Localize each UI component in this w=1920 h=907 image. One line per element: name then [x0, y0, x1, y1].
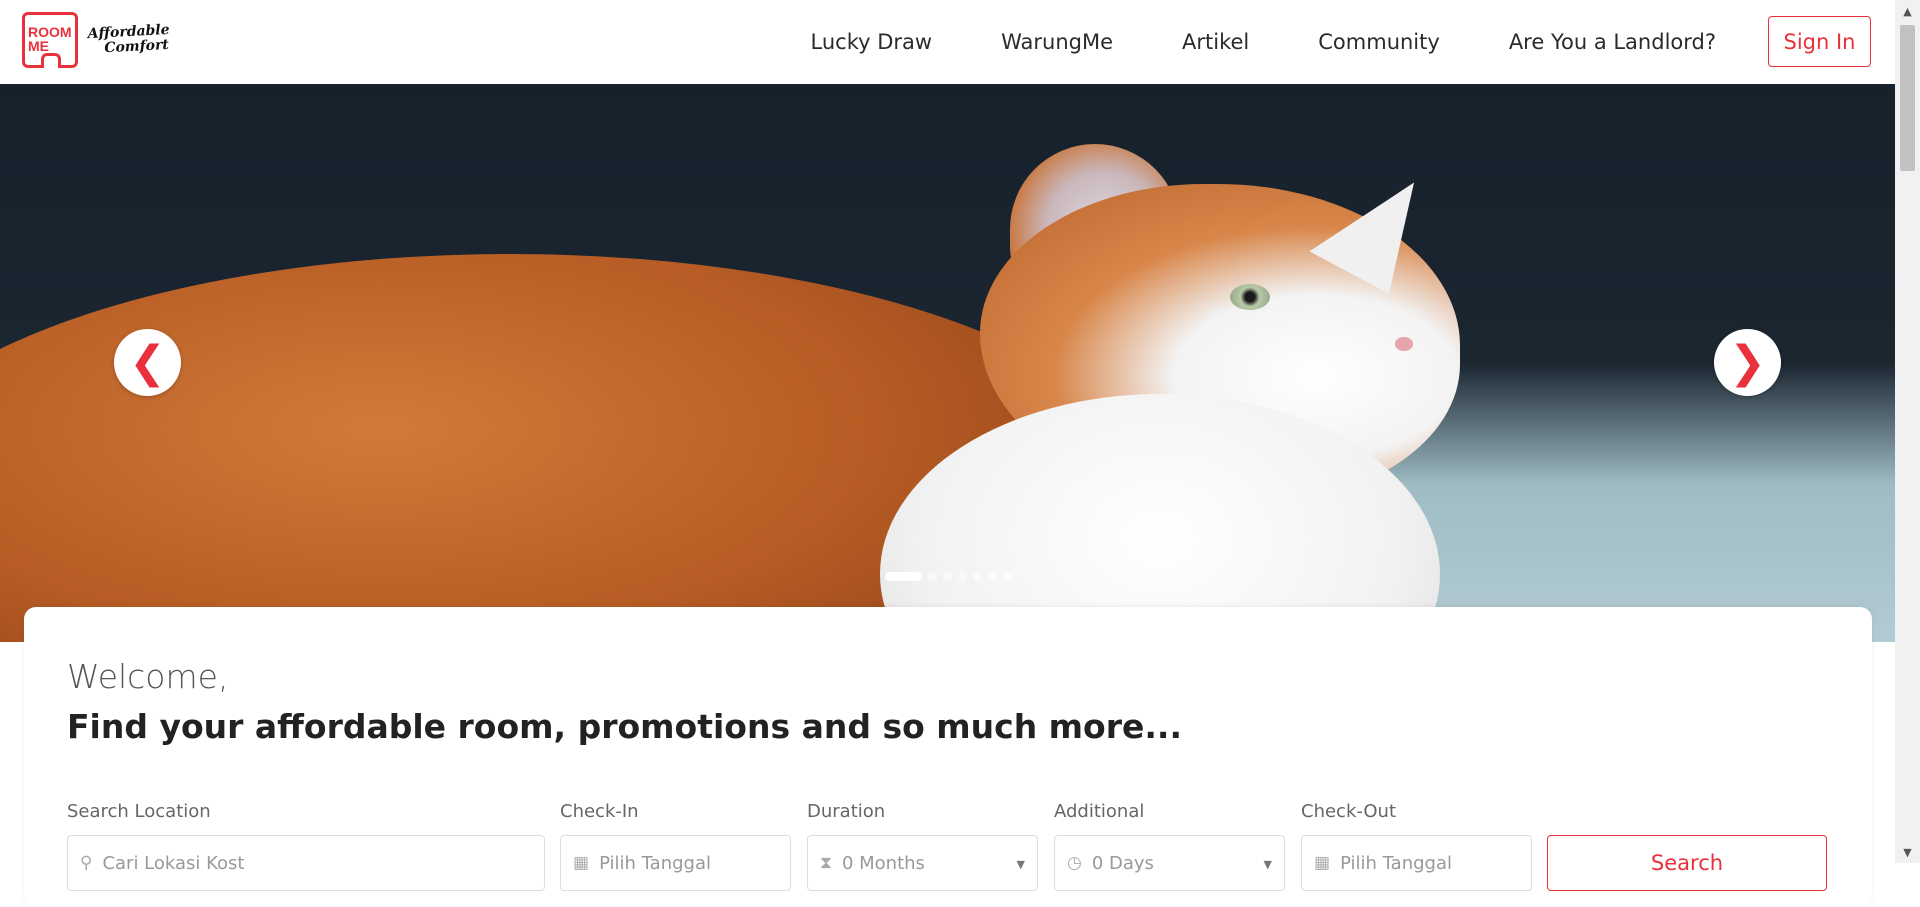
duration-select[interactable]: ⧗ 0 Months ▼ — [807, 835, 1038, 891]
logo-tagline: Affordable Comfort — [87, 22, 170, 57]
carousel-next-button[interactable]: ❯ — [1714, 329, 1781, 396]
roomme-logo[interactable]: ROOM ME Affordable Comfort — [22, 12, 170, 68]
chevron-left-icon: ❮ — [129, 336, 166, 388]
welcome-greeting: Welcome, — [67, 657, 229, 696]
carousel-dot[interactable] — [958, 572, 967, 581]
hourglass-icon: ⧗ — [820, 853, 832, 873]
additional-value: 0 Days — [1091, 852, 1154, 874]
header: ROOM ME Affordable Comfort Lucky Draw Wa… — [0, 0, 1895, 85]
search-location-input[interactable]: ⚲ Cari Lokasi Kost — [67, 835, 545, 891]
clock-icon: ◷ — [1067, 853, 1082, 873]
carousel-dot[interactable] — [988, 572, 997, 581]
scroll-up-arrow-icon[interactable]: ▲ — [1895, 0, 1920, 22]
check-out-label: Check-Out — [1301, 801, 1397, 822]
calendar-icon: ▦ — [1314, 853, 1331, 873]
nav-lucky-draw[interactable]: Lucky Draw — [811, 30, 933, 54]
carousel-dot[interactable] — [973, 572, 982, 581]
scroll-thumb[interactable] — [1900, 25, 1915, 171]
main-nav: Lucky Draw WarungMe Artikel Community Ar… — [811, 0, 1716, 84]
caret-down-icon: ▼ — [1016, 858, 1025, 871]
duration-label: Duration — [807, 801, 886, 822]
carousel-dot[interactable] — [885, 572, 922, 581]
page-scrollbar[interactable]: ▲ ▼ — [1895, 0, 1920, 863]
additional-label: Additional — [1054, 801, 1145, 822]
nav-landlord[interactable]: Are You a Landlord? — [1509, 30, 1716, 54]
check-in-field[interactable]: ▦ Pilih Tanggal — [560, 835, 791, 891]
check-out-placeholder: Pilih Tanggal — [1340, 852, 1452, 874]
duration-value: 0 Months — [841, 852, 925, 874]
location-label: Search Location — [67, 801, 211, 822]
carousel-indicators — [885, 572, 1012, 581]
sign-in-button[interactable]: Sign In — [1768, 16, 1871, 67]
caret-down-icon: ▼ — [1263, 858, 1272, 871]
search-card: Welcome, Find your affordable room, prom… — [24, 607, 1872, 907]
nav-community[interactable]: Community — [1318, 30, 1440, 54]
search-button[interactable]: Search — [1547, 835, 1827, 891]
chevron-right-icon: ❯ — [1729, 336, 1766, 388]
cat-eye — [1230, 284, 1270, 310]
carousel-prev-button[interactable]: ❮ — [114, 329, 181, 396]
logo-tagline-line2: Comfort — [103, 36, 170, 57]
carousel-dot[interactable] — [943, 572, 952, 581]
carousel-dot[interactable] — [1003, 572, 1012, 581]
location-placeholder: Cari Lokasi Kost — [102, 852, 245, 874]
additional-select[interactable]: ◷ 0 Days ▼ — [1054, 835, 1285, 891]
nav-artikel[interactable]: Artikel — [1182, 30, 1249, 54]
welcome-headline: Find your affordable room, promotions an… — [67, 707, 1182, 746]
scroll-down-arrow-icon[interactable]: ▼ — [1895, 841, 1920, 863]
check-out-field[interactable]: ▦ Pilih Tanggal — [1301, 835, 1532, 891]
nav-warungme[interactable]: WarungMe — [1001, 30, 1113, 54]
check-in-placeholder: Pilih Tanggal — [599, 852, 711, 874]
check-in-label: Check-In — [560, 801, 639, 822]
calendar-icon: ▦ — [573, 853, 590, 873]
hero-carousel: ❮ ❯ — [0, 84, 1895, 642]
carousel-dot[interactable] — [928, 572, 937, 581]
logo-text-me: ME — [28, 38, 49, 54]
search-icon: ⚲ — [80, 853, 93, 873]
logo-mark: ROOM ME — [22, 12, 78, 68]
cat-nose — [1395, 337, 1413, 351]
